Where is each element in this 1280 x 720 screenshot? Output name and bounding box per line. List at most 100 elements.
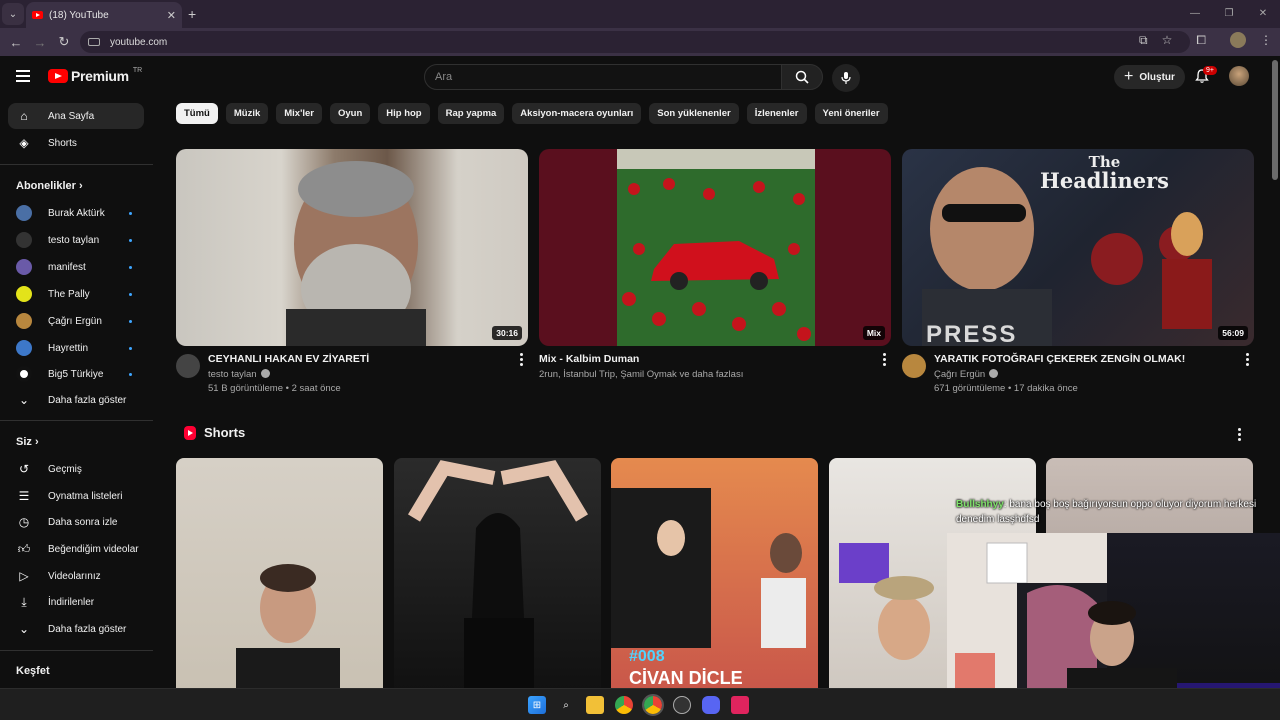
site-info-icon[interactable]: [88, 38, 100, 46]
sidebar-item-subscription[interactable]: manifest: [8, 254, 144, 280]
video-thumbnail[interactable]: The Headliners PRESS 56:09: [902, 149, 1254, 346]
video-title[interactable]: Mix - Kalbim Duman: [539, 353, 639, 365]
video-title[interactable]: CEYHANLI HAKAN EV ZİYARETİ: [208, 353, 369, 365]
user-avatar[interactable]: [1229, 66, 1249, 86]
sidebar-item-watch-later[interactable]: ◷ Daha sonra izle: [8, 509, 144, 535]
search-input[interactable]: [435, 71, 771, 83]
forward-icon[interactable]: →: [28, 35, 52, 50]
close-window-icon[interactable]: ✕: [1246, 0, 1280, 28]
channel-avatar: [16, 366, 32, 382]
chip-all[interactable]: Tümü: [176, 103, 218, 124]
more-options-icon[interactable]: [520, 353, 524, 366]
subscriptions-header[interactable]: Abonelikler ›: [16, 180, 83, 192]
video-card[interactable]: 30:16 CEYHANLI HAKAN EV ZİYARETİ testo t…: [176, 149, 528, 398]
divider: [0, 650, 153, 651]
short-card[interactable]: #008 CİVAN DİCLE: [611, 458, 818, 690]
tab-close-icon[interactable]: ✕: [167, 9, 176, 22]
restore-icon[interactable]: ❐: [1212, 0, 1246, 28]
sidebar-item-subscription[interactable]: Big5 Türkiye: [8, 361, 144, 387]
address-bar[interactable]: youtube.com: [80, 31, 1190, 53]
taskbar-search-icon[interactable]: ⌕: [557, 696, 575, 714]
file-explorer-icon[interactable]: [586, 696, 604, 714]
more-options-icon[interactable]: [883, 353, 887, 366]
sidebar-item-subscription[interactable]: The Pally: [8, 281, 144, 307]
profile-avatar[interactable]: [1230, 32, 1246, 48]
voice-search-button[interactable]: [832, 64, 860, 92]
channel-name[interactable]: Çağrı Ergün: [934, 369, 999, 380]
youtube-premium-logo[interactable]: Premium TR: [48, 67, 142, 84]
stream-chat-message: Bullshhyy: bana boş boş bağırıyorsun opp…: [956, 497, 1274, 533]
new-tab-button[interactable]: +: [188, 6, 196, 22]
sidebar-item-show-more[interactable]: ⌄ Daha fazla göster: [8, 387, 144, 413]
download-icon: ⤓: [21, 594, 27, 609]
sidebar-item-history[interactable]: ↺ Geçmiş: [8, 456, 144, 482]
browser-tab[interactable]: (18) YouTube ✕: [26, 2, 182, 28]
short-card[interactable]: [394, 458, 601, 690]
channel-avatar[interactable]: [176, 354, 200, 378]
new-content-dot: [129, 265, 132, 269]
chip-rap[interactable]: Rap yapma: [437, 103, 505, 124]
you-header[interactable]: Siz ›: [16, 436, 39, 448]
extensions-icon[interactable]: ⧠: [1196, 33, 1206, 48]
chrome-icon[interactable]: [615, 696, 633, 714]
minimize-icon[interactable]: —: [1178, 0, 1212, 28]
chip-new-to-you[interactable]: Yeni öneriler: [814, 103, 888, 124]
page-scrollbar[interactable]: [1272, 60, 1278, 180]
shorts-more-options-icon[interactable]: [1238, 428, 1242, 441]
chip-mixes[interactable]: Mix'ler: [276, 103, 322, 124]
video-thumbnail[interactable]: Mix: [539, 149, 891, 346]
new-content-dot: [129, 211, 132, 215]
video-card[interactable]: The Headliners PRESS 56:09 YARATIK FOTOĞ…: [902, 149, 1254, 398]
app-icon[interactable]: [731, 696, 749, 714]
back-icon[interactable]: ←: [4, 35, 28, 50]
playlists-icon: ☰: [18, 489, 30, 503]
short-card[interactable]: [176, 458, 383, 690]
sidebar-item-downloads[interactable]: ⤓ İndirilenler: [8, 589, 144, 615]
sidebar-item-subscription[interactable]: testo taylan: [8, 227, 144, 253]
sidebar-item-home[interactable]: ⌂ Ana Sayfa: [8, 103, 144, 129]
discord-icon[interactable]: [702, 696, 720, 714]
menu-icon[interactable]: [16, 70, 30, 82]
sidebar-item-show-more[interactable]: ⌄ Daha fazla göster: [8, 616, 144, 642]
video-thumbnail[interactable]: 30:16: [176, 149, 528, 346]
bookmark-star-icon[interactable]: ☆: [1162, 33, 1173, 47]
channel-name: manifest: [48, 261, 86, 273]
sidebar-item-shorts[interactable]: ◈ Shorts: [8, 130, 144, 156]
sidebar-item-subscription[interactable]: Burak Aktürk: [8, 200, 144, 226]
chip-hip-hop[interactable]: Hip hop: [378, 103, 430, 124]
obs-icon[interactable]: [673, 696, 691, 714]
sidebar-item-your-videos[interactable]: ▷ Videolarınız: [8, 563, 144, 589]
sidebar-item-label: Geçmiş: [48, 463, 82, 475]
thumbnail-text-press: PRESS: [926, 321, 1018, 346]
chrome-profile-icon[interactable]: [642, 694, 664, 716]
shorts-logo-icon: [184, 425, 196, 440]
sidebar-item-liked-videos[interactable]: 👍︎ Beğendiğim videolar: [8, 536, 144, 562]
more-options-icon[interactable]: [1246, 353, 1250, 366]
sidebar-item-subscription[interactable]: Çağrı Ergün: [8, 308, 144, 334]
chip-music[interactable]: Müzik: [225, 103, 269, 124]
search-box[interactable]: [424, 64, 782, 90]
reload-icon[interactable]: ↻: [52, 34, 76, 50]
chip-watched[interactable]: İzlenenler: [746, 103, 807, 124]
history-icon: ↺: [18, 462, 30, 476]
divider: [0, 164, 153, 165]
windows-start-icon[interactable]: ⊞: [528, 696, 546, 714]
sidebar-item-subscription[interactable]: Hayrettin: [8, 335, 144, 361]
tab-search-button[interactable]: ⌄: [2, 3, 24, 25]
short-thumbnail-image: [236, 564, 340, 690]
browser-menu-icon[interactable]: ⋮: [1260, 33, 1272, 47]
install-app-icon[interactable]: ⧉: [1139, 33, 1148, 48]
chip-gaming[interactable]: Oyun: [329, 103, 371, 124]
sidebar-item-playlists[interactable]: ☰ Oynatma listeleri: [8, 483, 144, 509]
channel-name[interactable]: testo taylan: [208, 369, 270, 380]
search-button[interactable]: [781, 64, 823, 90]
chip-action-adventure[interactable]: Aksiyon-macera oyunları: [512, 103, 642, 124]
chip-recently-uploaded[interactable]: Son yüklenenler: [649, 103, 739, 124]
video-stats: 51 B görüntüleme • 2 saat önce: [208, 383, 341, 394]
video-card[interactable]: Mix Mix - Kalbim Duman 2run, İstanbul Tr…: [539, 149, 891, 398]
create-button[interactable]: + Oluştur: [1114, 65, 1185, 89]
channel-name-text: Çağrı Ergün: [934, 369, 986, 380]
channel-avatar[interactable]: [902, 354, 926, 378]
video-title[interactable]: YARATIK FOTOĞRAFI ÇEKEREK ZENGİN OLMAK!: [934, 353, 1185, 365]
thumbnail-person-image: [286, 161, 426, 346]
